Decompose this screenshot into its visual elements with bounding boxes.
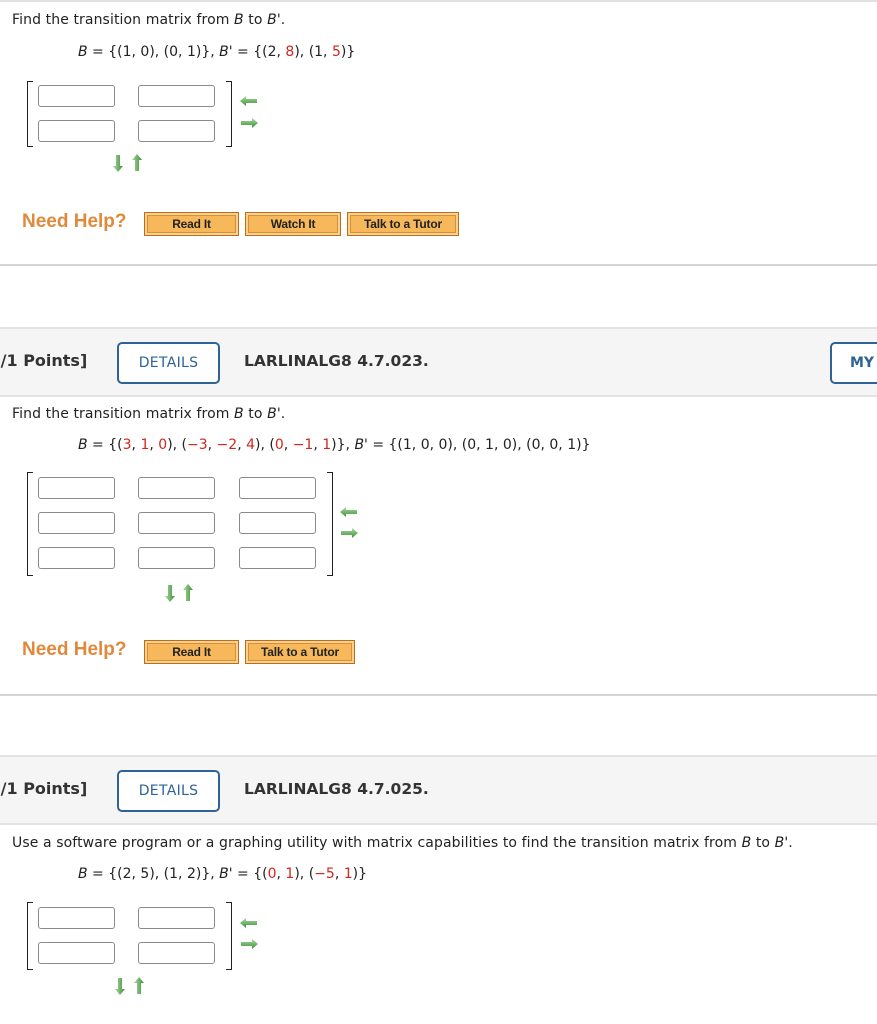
- matrix-cell-1-2[interactable]: [138, 477, 215, 499]
- points-label: -/1 Points]: [0, 779, 88, 798]
- section-divider: [0, 264, 877, 266]
- arrow-down-icon[interactable]: [112, 154, 124, 172]
- matrix-cell-3-3[interactable]: [239, 547, 316, 569]
- answer-matrix: [27, 902, 232, 970]
- answer-matrix: [27, 81, 232, 147]
- arrow-right-icon[interactable]: [240, 938, 258, 950]
- points-label: -/1 Points]: [0, 351, 88, 370]
- basis-formula: B = {(1, 0), (0, 1)}, B' = {(2, 8), (1, …: [78, 44, 356, 60]
- right-bracket: [226, 81, 232, 147]
- question-code: LARLINALG8 4.7.025.: [244, 780, 429, 798]
- question-code: LARLINALG8 4.7.023.: [244, 352, 429, 370]
- read-it-button[interactable]: Read It: [144, 640, 239, 664]
- arrow-down-icon[interactable]: [114, 977, 126, 995]
- arrow-down-icon[interactable]: [164, 584, 176, 602]
- arrow-left-icon[interactable]: [340, 506, 358, 518]
- top-divider: [0, 0, 877, 2]
- matrix-cell-1-3[interactable]: [239, 477, 316, 499]
- basis-formula: B = {(2, 5), (1, 2)}, B' = {(0, 1), (−5,…: [78, 866, 368, 882]
- question-prompt: Find the transition matrix from B to B'.: [12, 406, 286, 422]
- matrix-cell-2-3[interactable]: [239, 512, 316, 534]
- talk-to-tutor-button[interactable]: Talk to a Tutor: [245, 640, 355, 664]
- right-bracket: [226, 902, 232, 970]
- section-divider: [0, 694, 877, 696]
- answer-matrix: [27, 472, 333, 576]
- left-bracket: [27, 902, 33, 970]
- arrow-right-icon[interactable]: [340, 527, 358, 539]
- basis-formula: B = {(3, 1, 0), (−3, −2, 4), (0, −1, 1)}…: [78, 437, 591, 453]
- matrix-cell-1-2[interactable]: [138, 907, 215, 929]
- left-bracket: [27, 472, 33, 576]
- arrow-left-icon[interactable]: [240, 95, 258, 107]
- my-notes-button[interactable]: MY: [830, 342, 877, 384]
- matrix-cell-3-2[interactable]: [138, 547, 215, 569]
- question-prompt: Find the transition matrix from B to B'.: [12, 12, 286, 28]
- matrix-cell-1-1[interactable]: [38, 907, 115, 929]
- arrow-right-icon[interactable]: [240, 117, 258, 129]
- matrix-cell-1-2[interactable]: [138, 85, 215, 107]
- arrow-up-icon[interactable]: [131, 154, 143, 172]
- arrow-up-icon[interactable]: [133, 977, 145, 995]
- matrix-cell-2-2[interactable]: [138, 120, 215, 142]
- matrix-cell-2-1[interactable]: [38, 942, 115, 964]
- matrix-cell-2-2[interactable]: [138, 942, 215, 964]
- watch-it-button[interactable]: Watch It: [245, 212, 341, 236]
- read-it-button[interactable]: Read It: [144, 212, 239, 236]
- matrix-cell-1-1[interactable]: [38, 85, 115, 107]
- matrix-cell-2-2[interactable]: [138, 512, 215, 534]
- details-button[interactable]: DETAILS: [117, 342, 220, 384]
- right-bracket: [327, 472, 333, 576]
- talk-to-tutor-button[interactable]: Talk to a Tutor: [347, 212, 459, 236]
- matrix-cell-2-1[interactable]: [38, 120, 115, 142]
- arrow-left-icon[interactable]: [240, 917, 258, 929]
- arrow-up-icon[interactable]: [182, 584, 194, 602]
- matrix-cell-3-1[interactable]: [38, 547, 115, 569]
- left-bracket: [27, 81, 33, 147]
- need-help-label: Need Help?: [22, 211, 127, 232]
- matrix-cell-1-1[interactable]: [38, 477, 115, 499]
- matrix-cell-2-1[interactable]: [38, 512, 115, 534]
- question-header: -/1 Points] DETAILS LARLINALG8 4.7.025.: [0, 755, 877, 825]
- need-help-label: Need Help?: [22, 639, 127, 660]
- details-button[interactable]: DETAILS: [117, 770, 220, 812]
- question-header: -/1 Points] DETAILS LARLINALG8 4.7.023. …: [0, 327, 877, 397]
- question-prompt: Use a software program or a graphing uti…: [12, 835, 793, 851]
